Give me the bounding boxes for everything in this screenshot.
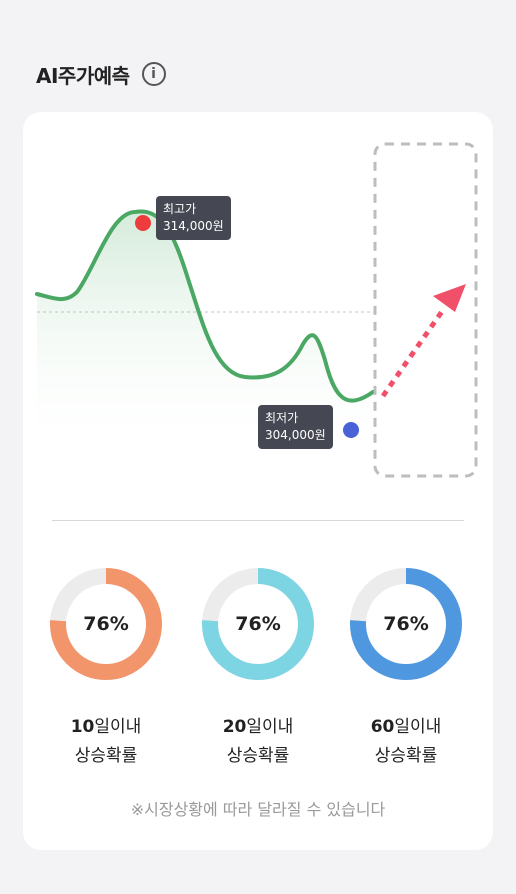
period-label: 20일이내 <box>222 717 294 737</box>
period-label: 60일이내 <box>370 717 442 737</box>
donut-10-days: 76% 10일이내 상승확률 <box>36 564 176 766</box>
high-tooltip: 최고가 314,000원 <box>156 196 231 240</box>
disclaimer: ※시장상황에 따라 달라질 수 있습니다 <box>130 800 386 819</box>
probability-label: 상승확률 <box>374 746 438 766</box>
forecast-arrow-line <box>380 308 446 398</box>
low-label: 최저가 <box>265 411 299 425</box>
header: AI주가예측 i <box>36 56 166 92</box>
probability-label: 상승확률 <box>74 746 138 766</box>
donut-percent: 76% <box>83 613 129 635</box>
high-value: 314,000원 <box>163 219 224 233</box>
probability-label: 상승확률 <box>226 746 290 766</box>
donut-chart: 76% <box>346 564 466 684</box>
page-title: AI주가예측 <box>36 63 130 88</box>
high-label: 최고가 <box>163 202 197 216</box>
period-label: 10일이내 <box>70 717 142 737</box>
info-icon[interactable]: i <box>141 62 166 86</box>
low-dot <box>343 422 359 438</box>
donut-percent: 76% <box>383 613 429 635</box>
prediction-card: 최고가 314,000원 최저가 304,000원 76% 10일이내 상승확률 <box>23 112 493 850</box>
donut-percent: 76% <box>235 613 281 635</box>
high-dot <box>135 215 151 231</box>
donut-20-days: 76% 20일이내 상승확률 <box>188 564 328 766</box>
forecast-box <box>373 142 478 478</box>
donut-chart: 76% <box>46 564 166 684</box>
donut-chart: 76% <box>198 564 318 684</box>
donut-60-days: 76% 60일이내 상승확률 <box>336 564 476 766</box>
divider <box>52 520 464 521</box>
low-tooltip: 최저가 304,000원 <box>258 405 333 449</box>
forecast-arrow-head <box>433 284 466 312</box>
low-value: 304,000원 <box>265 428 326 442</box>
